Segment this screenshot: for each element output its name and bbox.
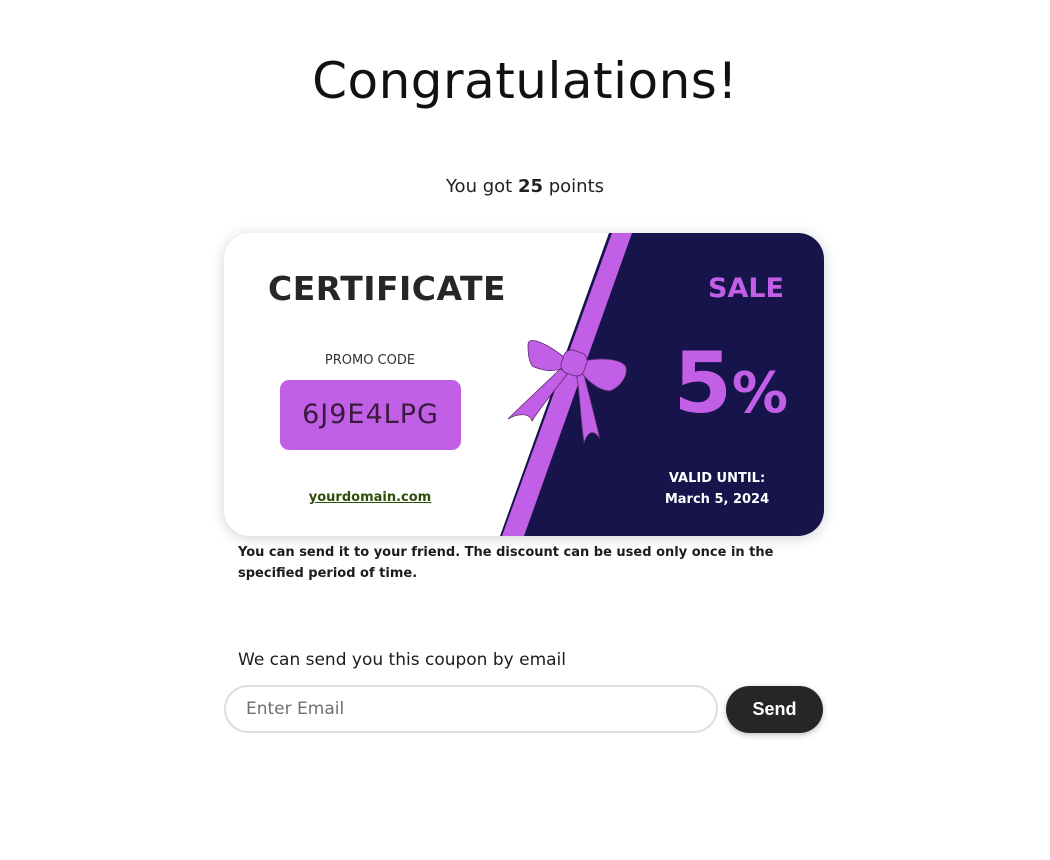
email-input[interactable] [224,685,718,733]
page: Congratulations! You got 25 points CERTI… [0,0,1050,860]
points-prefix: You got [445,176,513,197]
points-value: 25 [517,176,543,197]
coupon-note: You can send it to your friend. The disc… [238,545,774,581]
certificate-title: CERTIFICATE [268,269,507,308]
valid-until-date: March 5, 2024 [664,492,770,507]
valid-until-label: VALID UNTIL: [668,471,766,486]
discount-number: 5 [673,334,732,432]
promo-code-label: PROMO CODE [324,353,416,368]
domain-link[interactable]: yourdomain.com [280,490,460,505]
discount-symbol: % [731,361,788,426]
points-suffix: points [548,176,605,197]
promo-code-value[interactable]: 6J9E4LPG [280,380,461,450]
email-prompt: We can send you this coupon by email [238,650,566,670]
send-button[interactable]: Send [726,686,823,733]
page-title: Congratulations! [312,52,738,110]
points-summary: You got 25 points [0,176,1050,197]
coupon-certificate: CERTIFICATE PROMO CODE 6J9E4LPG yourdoma… [224,233,824,536]
sale-label: SALE [708,273,784,304]
discount-value: 5% [673,341,788,425]
